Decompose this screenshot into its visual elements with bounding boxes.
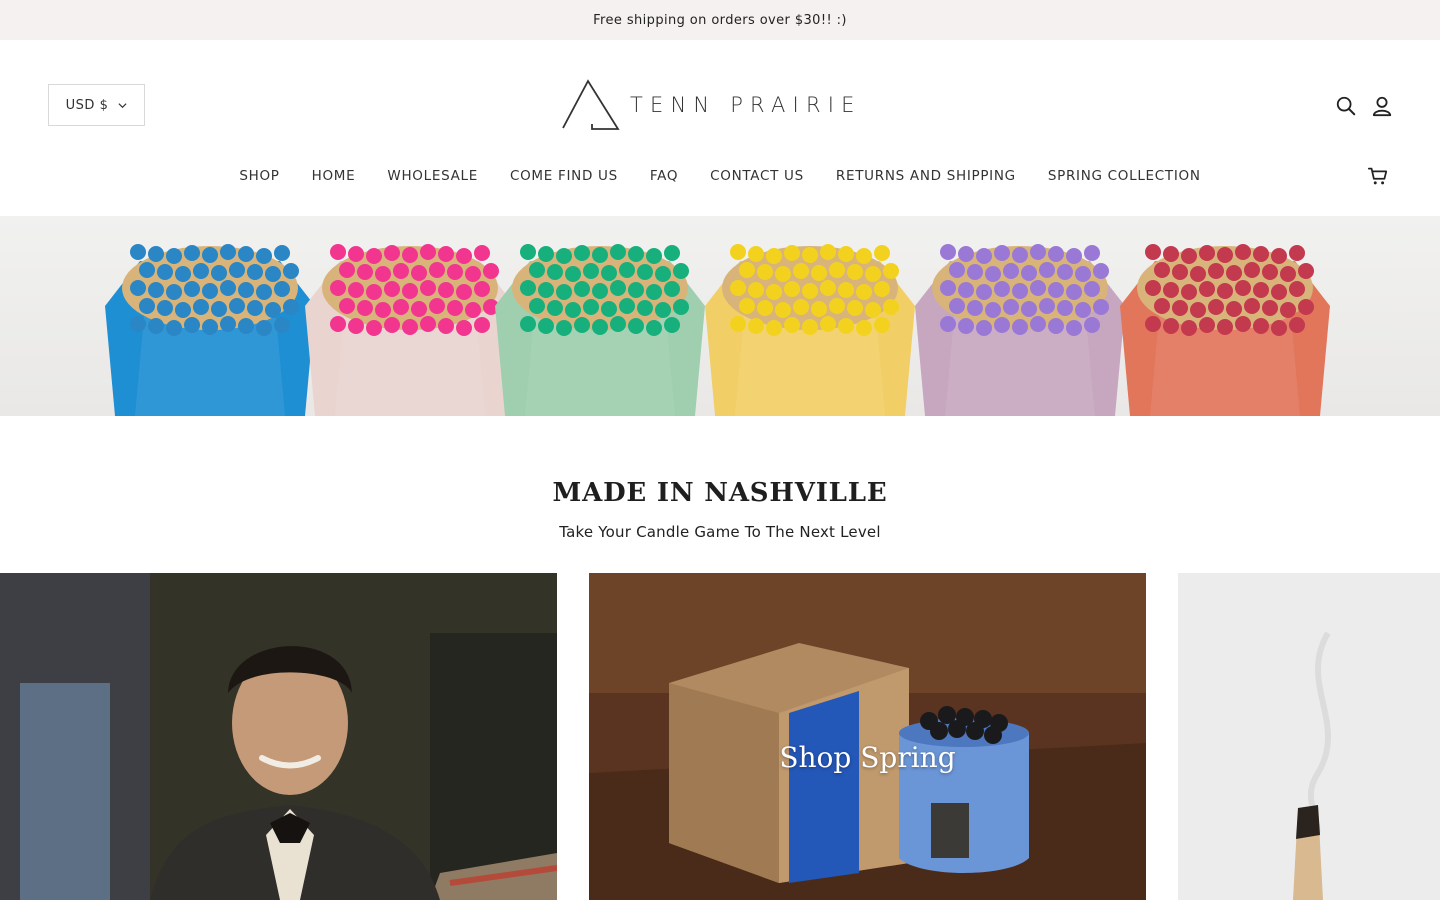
palo-santo-photo — [1178, 573, 1440, 900]
match-holder — [305, 244, 515, 416]
match-holders-image — [105, 244, 1330, 416]
section-subtitle: Take Your Candle Game To The Next Level — [559, 523, 881, 541]
cart-icon — [1367, 167, 1388, 185]
main-nav: SHOP HOME WHOLESALE COME FIND US FAQ CON… — [0, 160, 1440, 192]
nav-item-contact-us[interactable]: CONTACT US — [710, 168, 804, 184]
chevron-down-icon — [118, 102, 127, 108]
collection-card-shop-spring[interactable]: Shop Spring — [589, 573, 1146, 900]
nav-item-returns-and-shipping[interactable]: RETURNS AND SHIPPING — [836, 168, 1016, 184]
match-holder — [705, 244, 915, 416]
nav-item-wholesale[interactable]: WHOLESALE — [387, 168, 478, 184]
cart-button[interactable] — [1366, 164, 1390, 188]
site-logo[interactable]: TENN PRAIRIE — [560, 78, 882, 132]
currency-selector[interactable]: USD $ — [48, 84, 145, 126]
portrait-photo — [0, 573, 557, 900]
currency-label: USD $ — [65, 97, 109, 113]
match-holder — [105, 244, 315, 416]
match-holder — [495, 244, 705, 416]
logo-text: TENN PRAIRIE — [630, 93, 862, 117]
nav-item-come-find-us[interactable]: COME FIND US — [510, 168, 618, 184]
account-button[interactable] — [1370, 94, 1394, 118]
search-button[interactable] — [1334, 94, 1358, 118]
account-icon — [1372, 96, 1392, 117]
shop-spring-photo — [589, 573, 1146, 900]
match-holder — [915, 244, 1125, 416]
nav-item-home[interactable]: HOME — [312, 168, 356, 184]
section-title: MADE IN NASHVILLE — [552, 478, 888, 508]
collection-card-palo-santo[interactable] — [1178, 573, 1440, 900]
announcement-text: Free shipping on orders over $30!! :) — [593, 12, 847, 28]
triangle-logo-icon — [562, 79, 620, 130]
nav-item-spring-collection[interactable]: SPRING COLLECTION — [1048, 168, 1201, 184]
nav-item-shop[interactable]: SHOP — [239, 168, 279, 184]
search-icon — [1336, 96, 1356, 116]
collection-card-portrait[interactable] — [0, 573, 557, 900]
announcement-bar: Free shipping on orders over $30!! :) — [0, 0, 1440, 40]
hero-banner — [0, 216, 1440, 416]
match-holder — [1120, 244, 1330, 416]
nav-item-faq[interactable]: FAQ — [650, 168, 678, 184]
